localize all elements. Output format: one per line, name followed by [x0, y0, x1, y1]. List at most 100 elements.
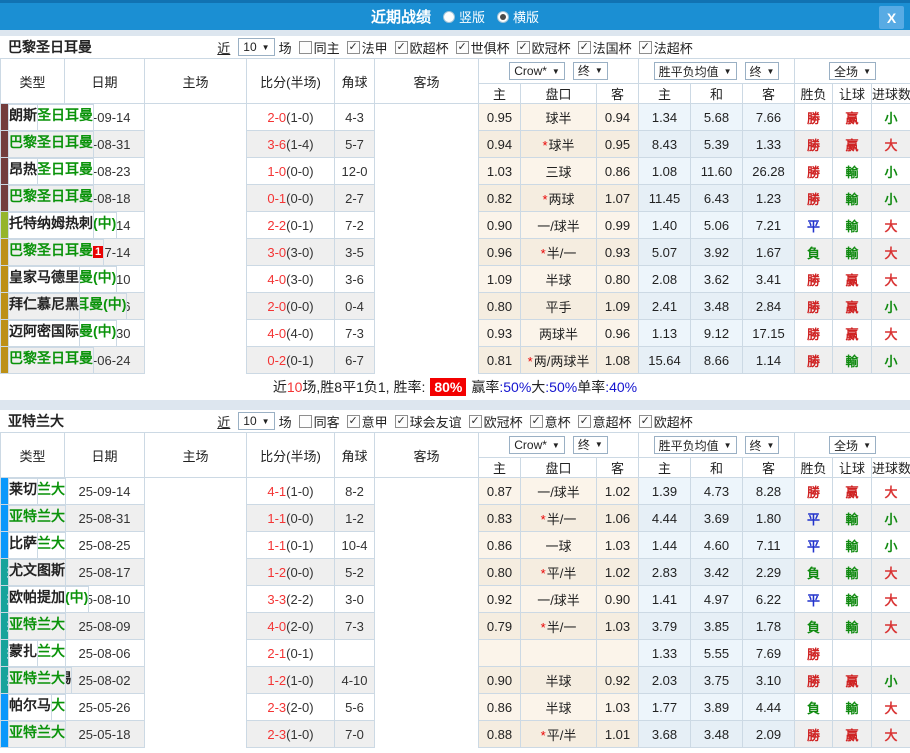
vertical-layout-radio[interactable]	[443, 11, 455, 23]
avg-home-odds: 1.77	[639, 694, 691, 721]
handicap-text: 半球	[545, 674, 571, 689]
away-team-cell: 拜仁慕尼黑	[8, 293, 80, 320]
handicap-cell: *半/一	[521, 613, 597, 640]
away-team-name: 朗斯	[9, 107, 37, 123]
league-checkbox[interactable]: ✓	[456, 41, 469, 54]
league-filter-label: 欧冠杯	[484, 412, 523, 431]
crow-select[interactable]: Crow*▼	[509, 62, 565, 80]
crow-away-odds: 1.02	[597, 478, 639, 505]
league-checkbox[interactable]: ✓	[395, 415, 408, 428]
summary-segment: 单率	[577, 377, 605, 397]
corner-score: 5-2	[335, 559, 375, 586]
away-team-name: 亚特兰大	[9, 616, 65, 632]
crow-select-value: Crow*	[514, 438, 547, 452]
wdl-result: 勝	[795, 320, 833, 347]
wdl-result: 勝	[795, 104, 833, 131]
league-checkbox[interactable]: ✓	[578, 41, 591, 54]
league-checkbox[interactable]: ✓	[347, 41, 360, 54]
column-header-avg_home: 主	[639, 84, 691, 104]
titlebar: 近期战绩 竖版 横版 X	[0, 0, 910, 30]
wdl-result: 負	[795, 559, 833, 586]
league-checkbox[interactable]: ✓	[395, 41, 408, 54]
column-header-wdl: 胜负	[795, 84, 833, 104]
table-row: 法甲25-08-23巴黎圣日耳曼1-0(0-0)12-0昂热1.03三球0.86…	[1, 158, 910, 185]
wdl-result: 負	[795, 694, 833, 721]
league-checkbox[interactable]: ✓	[517, 41, 530, 54]
dropdown-arrow-icon: ▼	[767, 67, 775, 76]
away-team-cell: 托特纳姆热刺	[8, 212, 94, 239]
avg-draw-odds: 3.62	[691, 266, 743, 293]
handicap-cell: *球半	[521, 131, 597, 158]
page-title: 近期战绩	[371, 6, 431, 27]
near-link[interactable]: 近	[217, 412, 230, 431]
match-score: 4-0(4-0)	[247, 320, 335, 347]
final-select[interactable]: 终▼	[745, 436, 780, 454]
final-select[interactable]: 终▼	[745, 62, 780, 80]
away-team-name: 亚特兰大	[9, 670, 65, 686]
league-checkbox[interactable]: ✓	[639, 41, 652, 54]
summary-row: 近10场,胜8平1负1, 胜率:80%赢率:50% 大:50% 单率:40%	[0, 374, 910, 400]
league-checkbox[interactable]: ✓	[639, 415, 652, 428]
scope-header-group: 全场▼	[795, 433, 910, 458]
away-team-cell: 巴黎圣日耳曼	[8, 347, 94, 374]
column-header-score: 比分(半场)	[247, 59, 335, 104]
corner-score: 4-3	[335, 104, 375, 131]
avg-draw-odds: 5.39	[691, 131, 743, 158]
column-header-odds_away: 客	[597, 458, 639, 478]
halftime-score: (1-0)	[286, 484, 313, 499]
scope-select[interactable]: 全场▼	[829, 436, 876, 454]
column-header-away: 客场	[375, 59, 479, 104]
handicap-cell: *平/半	[521, 559, 597, 586]
avg-select[interactable]: 胜平负均值▼	[654, 436, 737, 454]
close-icon[interactable]: X	[879, 6, 904, 29]
avg-away-odds: 1.14	[743, 347, 795, 374]
league-checkbox[interactable]: ✓	[347, 415, 360, 428]
crow-header-group: Crow*▼ 终▼	[479, 59, 639, 84]
crow-select[interactable]: Crow*▼	[509, 436, 565, 454]
handicap-cell: *两/两球半	[521, 347, 597, 374]
match-score: 1-1(0-0)	[247, 505, 335, 532]
away-team-name: 欧帕提加	[9, 589, 65, 605]
match-date: 25-05-26	[65, 694, 145, 721]
avg-draw-odds: 3.69	[691, 505, 743, 532]
asterisk-marker: *	[541, 728, 546, 743]
avg-select-value: 胜平负均值	[659, 63, 719, 80]
goals-result: 小	[872, 505, 910, 532]
halftime-score: (2-0)	[286, 700, 313, 715]
avg-select[interactable]: 胜平负均值▼	[654, 62, 737, 80]
scope-select[interactable]: 全场▼	[829, 62, 876, 80]
final-select[interactable]: 终▼	[573, 62, 608, 80]
summary-segment: 赢率	[471, 377, 499, 397]
count-select[interactable]: 10▼	[238, 38, 274, 56]
wdl-result: 勝	[795, 158, 833, 185]
same-venue-checkbox[interactable]	[299, 415, 312, 428]
league-checkbox[interactable]: ✓	[469, 415, 482, 428]
crow-select-value: Crow*	[514, 64, 547, 78]
avg-away-odds: 4.44	[743, 694, 795, 721]
same-venue-checkbox[interactable]	[299, 41, 312, 54]
rank-badge: 1	[93, 246, 103, 258]
fulltime-score: 1-1	[267, 511, 286, 526]
games-label: 场	[279, 412, 292, 431]
column-header-avg_away: 客	[743, 458, 795, 478]
final-select[interactable]: 终▼	[573, 436, 608, 454]
handicap-cell	[521, 640, 597, 667]
league-checkbox[interactable]: ✓	[530, 415, 543, 428]
halftime-score: (1-0)	[286, 673, 313, 688]
count-select[interactable]: 10▼	[238, 412, 274, 430]
avg-home-odds: 1.41	[639, 586, 691, 613]
handicap-result: 輸	[833, 347, 872, 374]
handicap-result: 赢	[833, 293, 872, 320]
summary-segment: :50%	[545, 379, 577, 395]
away-team-cell: 莱切	[8, 478, 38, 505]
final-select-value: 终	[578, 62, 590, 79]
corner-score: 5-7	[335, 131, 375, 158]
match-date: 25-08-02	[65, 667, 145, 694]
crow-away-odds: 0.93	[597, 239, 639, 266]
handicap-cell: 两球半	[521, 320, 597, 347]
horizontal-layout-radio[interactable]	[497, 11, 509, 23]
league-checkbox[interactable]: ✓	[578, 415, 591, 428]
column-header-let_ball: 让球	[833, 84, 872, 104]
near-link[interactable]: 近	[217, 38, 230, 57]
handicap-text: 半/一	[547, 512, 577, 527]
